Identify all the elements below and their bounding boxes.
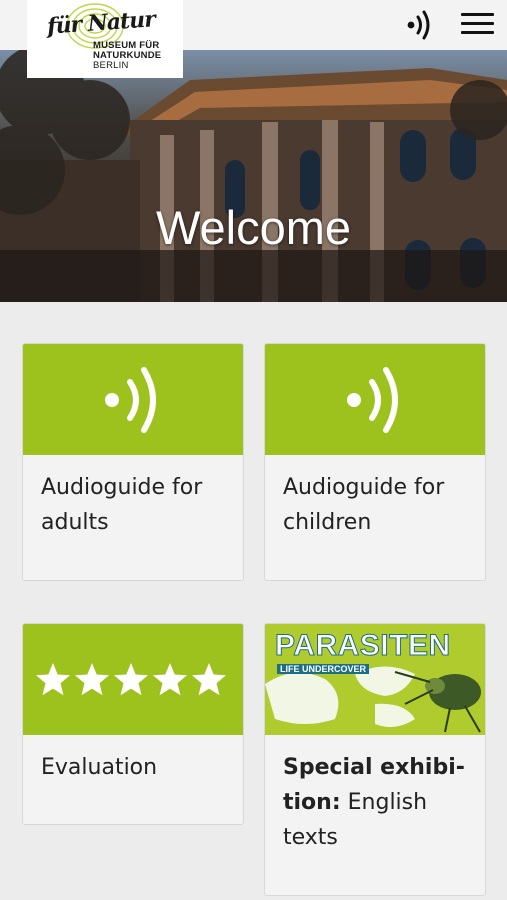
tile-audioguide-children[interactable]: Audioguide for children xyxy=(264,343,486,581)
hamburger-menu-button[interactable] xyxy=(461,13,494,37)
tile-label: Evaluation xyxy=(41,755,158,780)
tile-label: Audioguide for children xyxy=(283,475,445,535)
menu-bar xyxy=(461,31,494,34)
menu-bar xyxy=(461,13,494,16)
tile-label: Audioguide for adults xyxy=(41,475,203,535)
museum-building-image xyxy=(0,50,507,302)
menu-bar xyxy=(461,22,494,25)
five-stars-icon xyxy=(36,662,226,695)
tile-special-exhibition[interactable]: PARASITEN LIFE UNDERCOVER Special exhibi… xyxy=(264,623,486,896)
tile-header xyxy=(23,344,243,455)
museum-logo[interactable]: für Natur MUSEUM FÜR NATURKUNDE BERLIN xyxy=(27,0,183,78)
audio-waves-icon xyxy=(407,10,430,40)
exhibition-title: PARASITEN xyxy=(275,629,451,663)
tile-evaluation[interactable]: Evaluation xyxy=(22,623,244,825)
logo-line-3: BERLIN xyxy=(93,60,129,71)
hero-banner: Welcome xyxy=(0,50,507,302)
tile-header xyxy=(265,344,485,455)
tile-audioguide-adults[interactable]: Audioguide for adults xyxy=(22,343,244,581)
exhibition-banner: PARASITEN LIFE UNDERCOVER xyxy=(265,624,485,735)
tile-header xyxy=(23,624,243,735)
audio-waves-icon xyxy=(347,366,398,433)
audio-button[interactable] xyxy=(404,8,434,42)
tile-label: Special exhibi-tion: English texts xyxy=(283,750,473,855)
exhibition-subtitle: LIFE UNDERCOVER xyxy=(277,664,370,674)
welcome-title: Welcome xyxy=(155,201,352,254)
audio-waves-icon xyxy=(105,366,156,433)
